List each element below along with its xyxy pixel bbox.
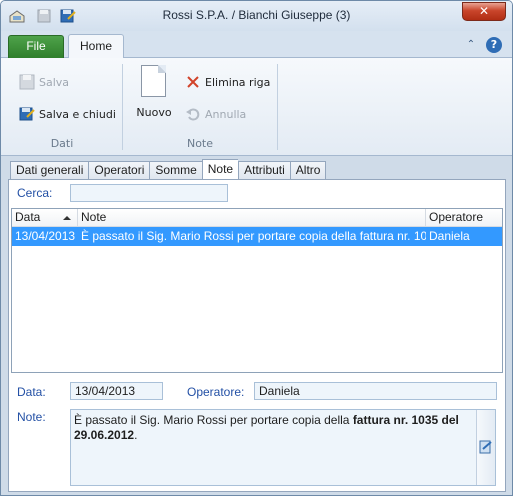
annulla-button[interactable]: Annulla [185,104,246,124]
save-close-icon [19,107,35,121]
column-header-data[interactable]: Data [12,209,78,227]
salva-button[interactable]: Salva [19,72,69,92]
tab-dati-generali[interactable]: Dati generali [10,161,89,180]
ribbon-tab-bar: File Home ⌃ ? [1,31,512,59]
tab-operatori[interactable]: Operatori [88,161,150,180]
elimina-riga-button[interactable]: Elimina riga [185,72,270,92]
tab-altro[interactable]: Altro [289,161,327,180]
grid-header: Data Note Operatore [12,209,502,227]
data-label: Data: [17,385,46,399]
file-tab[interactable]: File [8,35,64,58]
note-text-plain: È passato il Sig. Mario Rossi per portar… [74,413,353,427]
delete-icon [187,76,199,88]
cell-note: È passato il Sig. Mario Rossi per portar… [81,229,426,243]
cell-operatore: Daniela [429,229,470,243]
title-bar: Rossi S.P.A. / Bianchi Giuseppe (3) ✕ [1,1,512,31]
save-icon [19,74,35,90]
dati-group-label: Dati [50,137,74,150]
note-label: Note: [17,410,46,424]
note-panel: Cerca: Data Note Operatore 13/04/2013 È … [8,179,506,492]
salva-e-chiudi-label: Salva e chiudi [39,107,116,121]
nuovo-label: Nuovo [136,106,172,119]
note-editor-button[interactable] [476,410,495,485]
column-header-operatore[interactable]: Operatore [426,209,502,227]
column-header-note[interactable]: Note [78,209,426,227]
undo-icon [186,108,200,121]
help-icon[interactable]: ? [486,37,502,53]
close-button[interactable]: ✕ [462,2,506,21]
search-label: Cerca: [17,186,53,200]
salva-e-chiudi-button[interactable]: Salva e chiudi [19,104,116,124]
elimina-riga-label: Elimina riga [205,75,271,89]
content-area: Dati generali Operatori Somme Note Attri… [1,156,512,495]
group-separator [277,64,278,150]
edit-note-icon [479,440,492,454]
tab-attributi[interactable]: Attributi [238,161,290,180]
ribbon-body: Salva Salva e chiudi Dati Nuovo Elimina … [1,58,512,156]
nuovo-button[interactable]: Nuovo [131,62,177,126]
tab-note[interactable]: Note [201,159,239,180]
search-input[interactable] [70,184,228,202]
home-tab[interactable]: Home [68,34,124,59]
operatore-field[interactable]: Daniela [254,382,497,400]
tab-somme[interactable]: Somme [149,161,202,180]
annulla-label: Annulla [205,107,247,121]
cell-data: 13/04/2013 [15,229,76,243]
note-text: È passato il Sig. Mario Rossi per portar… [74,413,474,443]
window-title: Rossi S.P.A. / Bianchi Giuseppe (3) [162,8,351,22]
sort-ascending-icon [63,216,71,220]
note-text-end: . [134,428,138,442]
note-textarea[interactable]: È passato il Sig. Mario Rossi per portar… [70,409,496,486]
note-group-label: Note [186,137,214,150]
data-field[interactable]: 13/04/2013 [70,382,163,400]
salva-label: Salva [39,75,70,89]
section-tabs: Dati generali Operatori Somme Note Attri… [10,159,327,180]
new-document-icon [141,65,166,97]
column-header-data-label: Data [15,210,41,224]
operatore-label: Operatore: [187,385,245,399]
minimize-ribbon-icon[interactable]: ⌃ [463,37,479,53]
notes-grid: Data Note Operatore 13/04/2013 È passato… [11,208,503,373]
app-window: Rossi S.P.A. / Bianchi Giuseppe (3) ✕ Fi… [0,0,513,496]
table-row[interactable]: 13/04/2013 È passato il Sig. Mario Rossi… [12,227,502,246]
